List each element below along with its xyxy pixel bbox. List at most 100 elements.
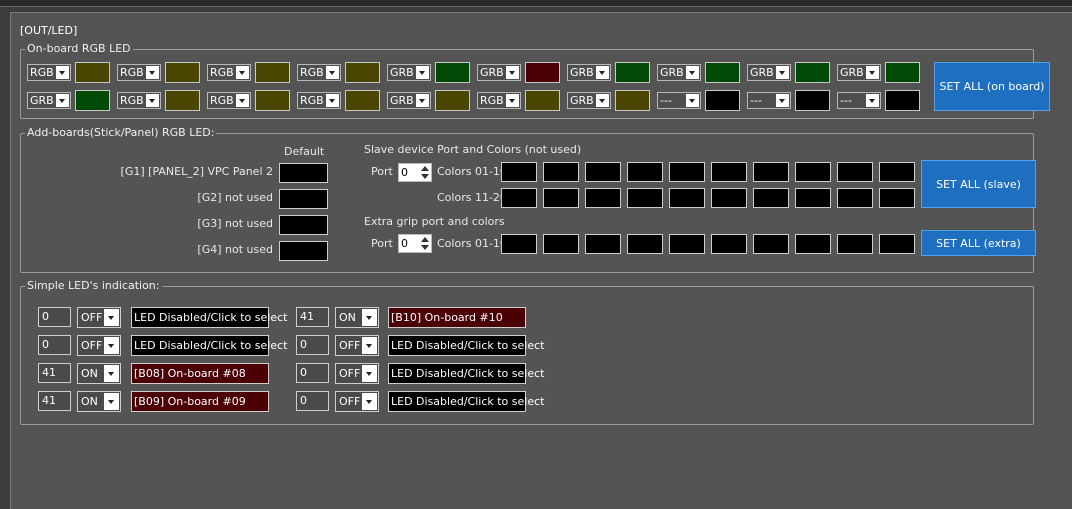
led-state-select[interactable]: OFF — [335, 391, 379, 412]
led-source-button[interactable]: LED Disabled/Click to select — [131, 307, 287, 328]
extra-port-spinner[interactable]: 0 — [398, 234, 432, 253]
led-mode-select[interactable]: GRB — [387, 92, 431, 109]
led-source-button[interactable]: LED Disabled/Click to select — [388, 363, 544, 384]
extra-color-box[interactable] — [627, 234, 663, 254]
led-mode-select[interactable]: RGB — [207, 64, 251, 81]
extra-color-box[interactable] — [585, 234, 621, 254]
led-color-swatch[interactable] — [165, 90, 200, 111]
slave-color-box[interactable] — [753, 162, 789, 182]
led-color-swatch[interactable] — [345, 90, 380, 111]
led-state-select[interactable]: ON — [77, 391, 121, 412]
led-mode-select[interactable]: RGB — [207, 92, 251, 109]
chevron-down-icon[interactable] — [236, 94, 249, 107]
led-source-button[interactable]: [B10] On-board #10 — [388, 307, 526, 328]
led-color-swatch[interactable] — [615, 62, 650, 83]
board-default-color[interactable] — [279, 215, 328, 235]
led-color-swatch[interactable] — [705, 90, 740, 111]
set-all-onboard-button[interactable]: SET ALL (on board) — [934, 62, 1050, 111]
led-number-field[interactable]: 0 — [296, 363, 329, 383]
extra-color-box[interactable] — [879, 234, 915, 254]
chevron-down-icon[interactable] — [866, 94, 879, 107]
extra-color-box[interactable] — [753, 234, 789, 254]
chevron-down-icon[interactable] — [56, 94, 69, 107]
led-mode-select[interactable]: RGB — [117, 64, 161, 81]
chevron-down-icon[interactable] — [596, 66, 609, 79]
slave-color-box[interactable] — [543, 188, 579, 208]
chevron-down-icon[interactable] — [416, 94, 429, 107]
chevron-down-icon[interactable] — [686, 94, 699, 107]
chevron-down-icon[interactable] — [866, 66, 879, 79]
slave-color-box[interactable] — [837, 162, 873, 182]
led-number-field[interactable]: 41 — [38, 363, 71, 383]
led-state-select[interactable]: ON — [77, 363, 121, 384]
led-color-swatch[interactable] — [435, 90, 470, 111]
led-color-swatch[interactable] — [615, 90, 650, 111]
led-mode-select[interactable]: GRB — [747, 64, 791, 81]
chevron-down-icon[interactable] — [776, 66, 789, 79]
led-number-field[interactable]: 0 — [296, 391, 329, 411]
led-number-field[interactable]: 41 — [296, 307, 329, 327]
led-mode-select[interactable]: RGB — [477, 92, 521, 109]
led-color-swatch[interactable] — [255, 62, 290, 83]
extra-color-box[interactable] — [711, 234, 747, 254]
chevron-down-icon[interactable] — [146, 94, 159, 107]
led-mode-select[interactable]: RGB — [117, 92, 161, 109]
board-default-color[interactable] — [279, 163, 328, 183]
spin-up-icon[interactable] — [421, 166, 429, 171]
led-mode-select[interactable]: GRB — [657, 64, 701, 81]
slave-color-box[interactable] — [543, 162, 579, 182]
slave-color-box[interactable] — [711, 188, 747, 208]
led-state-select[interactable]: OFF — [77, 307, 121, 328]
chevron-down-icon[interactable] — [362, 309, 377, 326]
led-number-field[interactable]: 0 — [38, 335, 71, 355]
chevron-down-icon[interactable] — [104, 393, 119, 410]
led-state-select[interactable]: OFF — [335, 363, 379, 384]
led-color-swatch[interactable] — [705, 62, 740, 83]
slave-color-box[interactable] — [711, 162, 747, 182]
chevron-down-icon[interactable] — [686, 66, 699, 79]
slave-color-box[interactable] — [795, 162, 831, 182]
extra-color-box[interactable] — [837, 234, 873, 254]
led-mode-select[interactable]: GRB — [567, 92, 611, 109]
led-source-button[interactable]: [B08] On-board #08 — [131, 363, 269, 384]
led-source-button[interactable]: LED Disabled/Click to select — [388, 391, 544, 412]
chevron-down-icon[interactable] — [326, 66, 339, 79]
extra-color-box[interactable] — [669, 234, 705, 254]
slave-color-box[interactable] — [879, 162, 915, 182]
led-mode-select[interactable]: GRB — [27, 92, 71, 109]
slave-port-spinner[interactable]: 0 — [398, 163, 432, 182]
slave-color-box[interactable] — [585, 188, 621, 208]
led-state-select[interactable]: ON — [335, 307, 379, 328]
led-color-swatch[interactable] — [795, 62, 830, 83]
slave-color-box[interactable] — [501, 162, 537, 182]
led-state-select[interactable]: OFF — [77, 335, 121, 356]
led-color-swatch[interactable] — [75, 62, 110, 83]
slave-color-box[interactable] — [627, 162, 663, 182]
spin-up-icon[interactable] — [421, 237, 429, 242]
led-mode-select[interactable]: RGB — [297, 92, 341, 109]
chevron-down-icon[interactable] — [506, 94, 519, 107]
chevron-down-icon[interactable] — [236, 66, 249, 79]
chevron-down-icon[interactable] — [56, 66, 69, 79]
slave-color-box[interactable] — [669, 188, 705, 208]
led-source-button[interactable]: [B09] On-board #09 — [131, 391, 269, 412]
chevron-down-icon[interactable] — [104, 365, 119, 382]
led-source-button[interactable]: LED Disabled/Click to select — [388, 335, 544, 356]
slave-color-box[interactable] — [501, 188, 537, 208]
chevron-down-icon[interactable] — [776, 94, 789, 107]
extra-color-box[interactable] — [543, 234, 579, 254]
led-source-button[interactable]: LED Disabled/Click to select — [131, 335, 287, 356]
chevron-down-icon[interactable] — [104, 337, 119, 354]
chevron-down-icon[interactable] — [506, 66, 519, 79]
led-mode-select[interactable]: --- — [747, 92, 791, 109]
spin-down-icon[interactable] — [421, 174, 429, 179]
board-default-color[interactable] — [279, 189, 328, 209]
extra-color-box[interactable] — [795, 234, 831, 254]
chevron-down-icon[interactable] — [596, 94, 609, 107]
led-number-field[interactable]: 0 — [38, 307, 71, 327]
led-mode-select[interactable]: GRB — [477, 64, 521, 81]
led-mode-select[interactable]: --- — [837, 92, 881, 109]
led-mode-select[interactable]: --- — [657, 92, 701, 109]
chevron-down-icon[interactable] — [362, 393, 377, 410]
board-default-color[interactable] — [279, 241, 328, 261]
